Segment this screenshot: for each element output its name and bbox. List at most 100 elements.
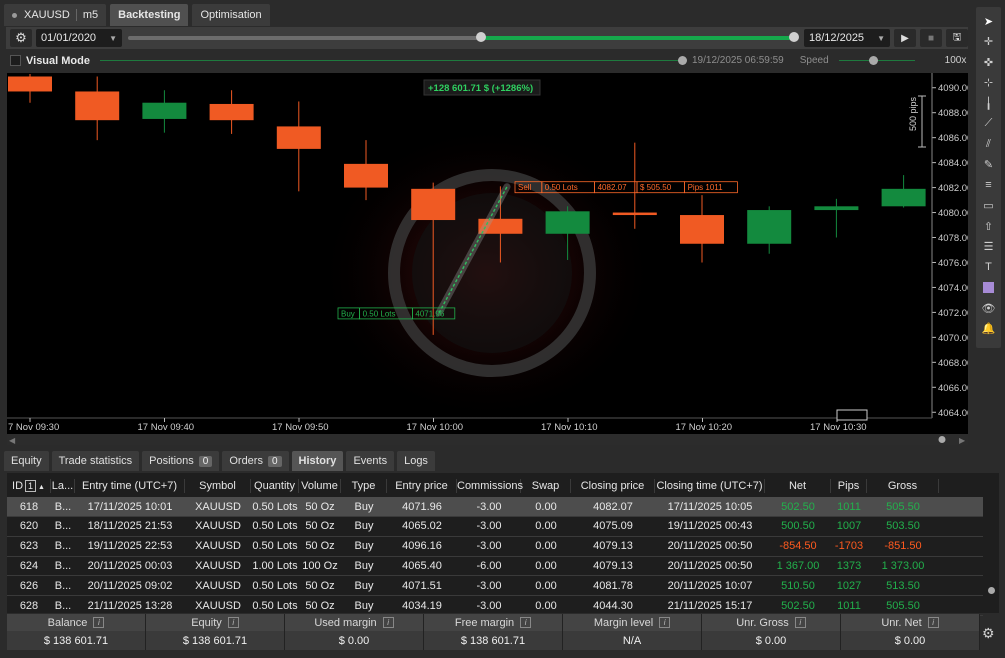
tab-positions[interactable]: Positions 0 xyxy=(142,451,220,471)
vertical-line-icon[interactable]: ╽ xyxy=(979,93,999,114)
symbol-tab[interactable]: XAUUSD m5 xyxy=(4,4,107,26)
info-icon[interactable]: i xyxy=(927,617,939,628)
column-header[interactable]: ID 1 ▲ xyxy=(7,479,51,493)
tab-logs[interactable]: Logs xyxy=(397,451,435,471)
visual-mode-handle[interactable] xyxy=(677,56,687,65)
column-header[interactable]: Closing time (UTC+7) xyxy=(655,479,765,493)
column-header[interactable]: Commissions xyxy=(457,479,523,493)
scroll-left-icon[interactable]: ◀ xyxy=(9,436,16,445)
channel-icon[interactable]: ⫽ xyxy=(979,134,999,155)
table-row[interactable]: 626 B... 20/11/2025 09:02 XAUUSD 0.50 Lots 50… xyxy=(7,576,983,597)
tab-history[interactable]: History xyxy=(291,451,344,471)
play-button[interactable]: ▶ xyxy=(894,29,916,47)
chart-scroll-thumb[interactable] xyxy=(938,436,946,443)
column-header[interactable]: Closing price xyxy=(571,479,655,493)
scroll-thumb[interactable] xyxy=(988,587,995,594)
cursor-icon[interactable]: ➤ xyxy=(979,11,999,32)
table-row[interactable]: 624 B... 20/11/2025 00:03 XAUUSD 1.00 Lots 10… xyxy=(7,556,983,577)
grid-cross-icon[interactable]: ⊹ xyxy=(979,73,999,94)
info-icon[interactable]: i xyxy=(382,617,394,628)
bull-candle[interactable] xyxy=(142,102,187,119)
column-header[interactable]: Quantity xyxy=(251,479,299,493)
bear-candle[interactable] xyxy=(209,103,254,121)
bear-candle[interactable] xyxy=(612,212,657,216)
crosshair-icon[interactable]: ✛ xyxy=(979,32,999,53)
table-row[interactable]: 620 B... 18/11/2025 21:53 XAUUSD 0.50 Lots 50… xyxy=(7,517,983,537)
sell-label-text: $ 505.50 xyxy=(640,183,672,192)
column-header[interactable]: Pips xyxy=(831,479,867,493)
column-header[interactable]: Symbol xyxy=(185,479,251,493)
sell-label-text: 0.50 Lots xyxy=(545,183,578,192)
table-cell: 4071.96 xyxy=(402,500,442,513)
range-end-handle[interactable] xyxy=(789,32,799,42)
speed-slider[interactable] xyxy=(838,56,915,65)
column-header[interactable]: Entry price xyxy=(387,479,457,493)
range-start-handle[interactable] xyxy=(475,32,486,42)
bear-candle[interactable] xyxy=(8,76,52,92)
column-header[interactable]: Entry time (UTC+7) xyxy=(75,479,185,493)
fibonacci-icon[interactable]: ≡ xyxy=(979,175,999,196)
time-cursor-marker[interactable] xyxy=(836,409,868,421)
column-header[interactable]: Type xyxy=(341,479,387,493)
bull-candle[interactable] xyxy=(814,206,859,211)
tab-equity[interactable]: Equity xyxy=(4,451,49,471)
bull-candle[interactable] xyxy=(747,210,792,244)
tab-trade-statistics[interactable]: Trade statistics xyxy=(51,451,140,471)
column-header[interactable]: Gross xyxy=(867,479,939,493)
table-scrollbar[interactable] xyxy=(987,473,997,613)
bear-candle[interactable] xyxy=(411,188,456,221)
column-header[interactable]: Swap xyxy=(521,479,571,493)
column-header[interactable]: Net xyxy=(765,479,831,493)
tab-optimisation[interactable]: Optimisation xyxy=(192,4,270,26)
table-row[interactable]: 628 B... 21/11/2025 13:28 XAUUSD 0.50 Lots 50… xyxy=(7,596,983,616)
levels-icon[interactable]: ☰ xyxy=(979,237,999,258)
scroll-right-icon[interactable]: ▶ xyxy=(959,436,966,445)
bear-candle[interactable] xyxy=(276,126,321,149)
trendline-icon[interactable]: ⟋ xyxy=(979,114,999,135)
column-header[interactable]: La... xyxy=(51,479,75,493)
summary-settings-gear-icon[interactable]: ⚙ xyxy=(982,625,995,642)
bear-candle[interactable] xyxy=(75,91,120,121)
chart-scrollbar[interactable] xyxy=(7,434,968,445)
save-button[interactable]: 🖫 xyxy=(946,29,968,47)
table-cell: 100 Oz xyxy=(302,559,338,572)
alert-bell-icon[interactable]: 🔔 xyxy=(979,319,999,340)
settings-button[interactable]: ⚙ xyxy=(10,29,32,47)
stop-button[interactable]: ■ xyxy=(920,29,942,47)
text-icon[interactable]: T xyxy=(979,257,999,278)
info-icon[interactable]: i xyxy=(520,617,532,628)
pen-icon[interactable]: ✎ xyxy=(979,155,999,176)
table-cell: 19/11/2025 00:43 xyxy=(667,520,753,533)
color-swatch-icon[interactable] xyxy=(979,278,999,299)
table-row[interactable]: 618 B... 17/11/2025 10:01 XAUUSD 0.50 Lots 50… xyxy=(7,497,983,517)
table-row[interactable]: 623 B... 19/11/2025 22:53 XAUUSD 0.50 Lots 50… xyxy=(7,537,983,557)
crosshair-alt-icon[interactable]: ✜ xyxy=(979,52,999,73)
timeframe-label[interactable]: m5 xyxy=(75,9,98,21)
bull-candle[interactable] xyxy=(881,188,926,207)
bear-candle[interactable] xyxy=(680,215,724,244)
table-cell: 4079.13 xyxy=(593,559,633,572)
visual-mode-progress[interactable] xyxy=(99,56,687,65)
visual-mode-checkbox[interactable] xyxy=(10,55,21,66)
info-icon[interactable]: i xyxy=(227,617,239,628)
info-icon[interactable]: i xyxy=(93,617,105,628)
rectangle-icon[interactable]: ▭ xyxy=(979,196,999,217)
info-icon[interactable]: i xyxy=(659,617,671,628)
speed-handle[interactable] xyxy=(868,56,878,65)
price-chart[interactable]: 4090.00 4088.00 4086.00 4084.00 4082.00 4080.… xyxy=(7,73,968,445)
chart-canvas[interactable]: 4090.00 4088.00 4086.00 4084.00 4082.00 4080.… xyxy=(7,73,968,445)
table-cell: 0.50 Lots xyxy=(252,599,298,612)
tab-orders[interactable]: Orders 0 xyxy=(222,451,289,471)
column-header[interactable]: Volume xyxy=(299,479,341,493)
info-icon[interactable]: i xyxy=(794,617,806,628)
tab-backtesting[interactable]: Backtesting xyxy=(110,4,189,26)
arrow-up-icon[interactable]: ⇧ xyxy=(979,216,999,237)
eye-icon[interactable]: 👁 xyxy=(979,298,999,319)
date-range-slider[interactable] xyxy=(128,32,799,42)
tab-events[interactable]: Events xyxy=(346,451,395,471)
start-date-picker[interactable]: 01/01/2020 ▼ xyxy=(36,29,122,47)
end-date-picker[interactable]: 18/12/2025 ▼ xyxy=(804,29,890,47)
bear-candle[interactable] xyxy=(344,163,388,188)
table-header: ID 1 ▲ La... Entry time (UTC+7) Symbol Quantit… xyxy=(7,477,983,495)
bull-candle[interactable] xyxy=(545,211,590,234)
